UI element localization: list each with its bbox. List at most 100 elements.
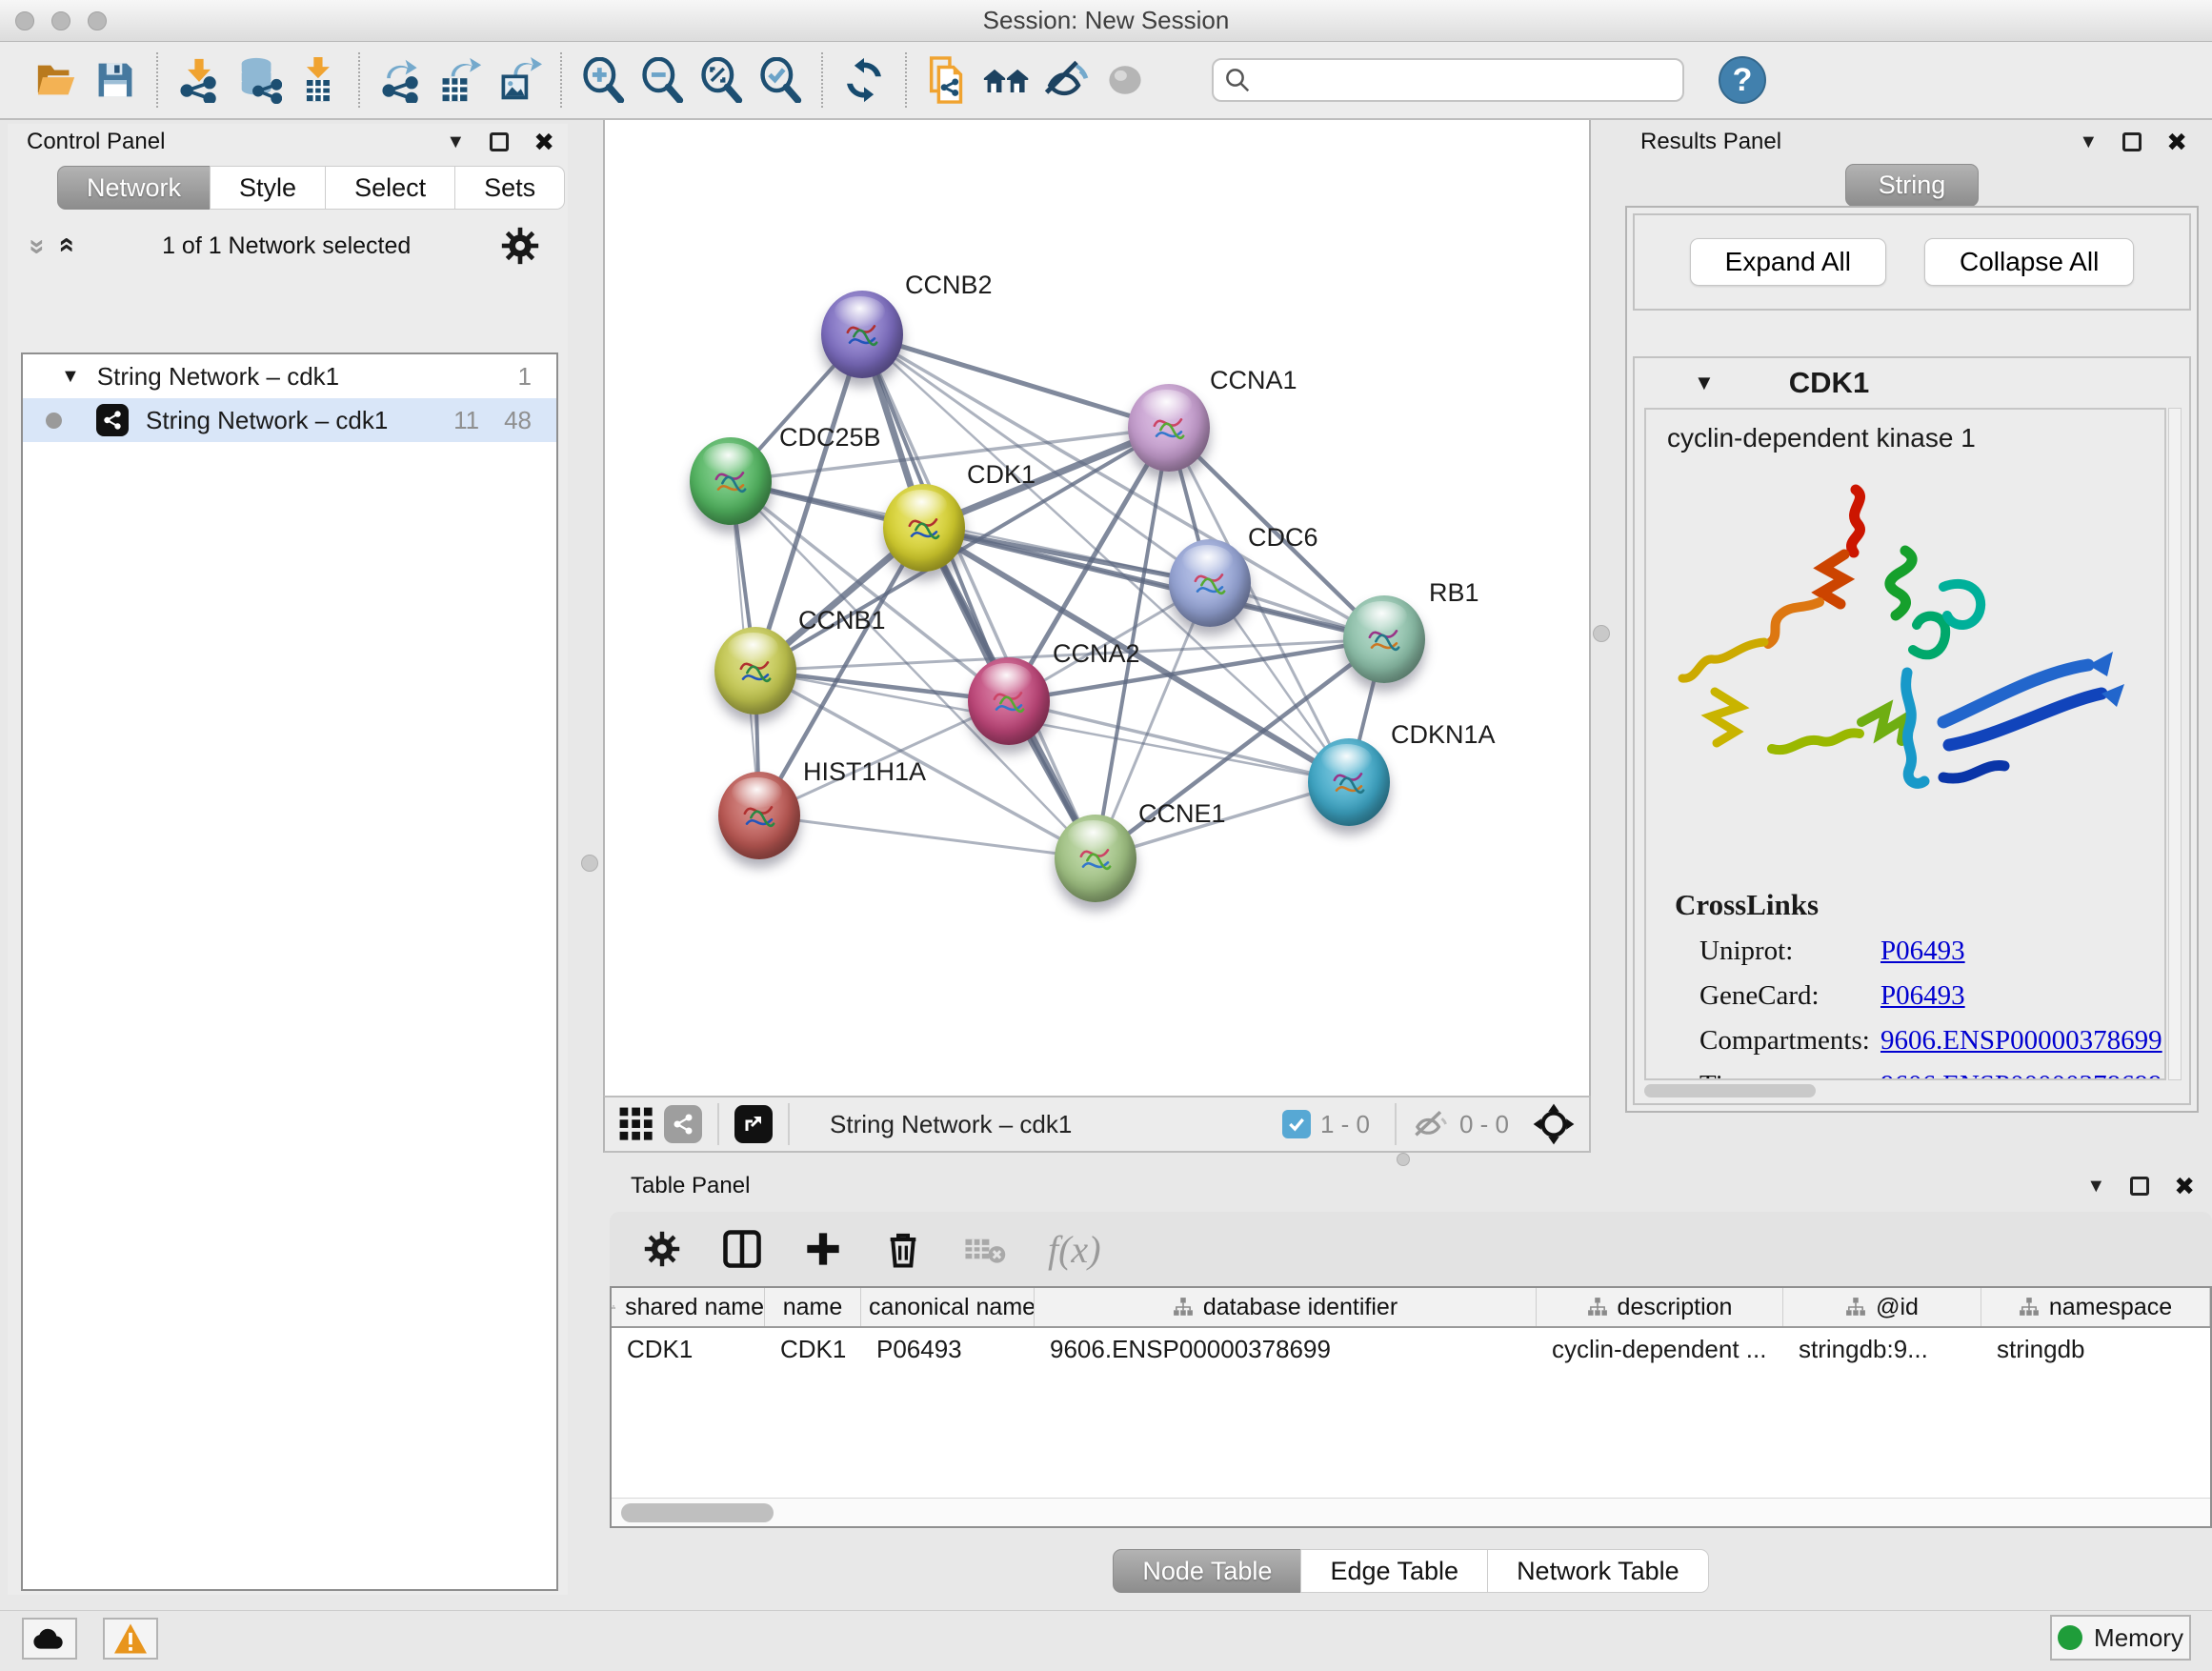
- panel-float-icon[interactable]: [490, 132, 509, 151]
- clone-network-icon[interactable]: [923, 55, 973, 105]
- column-header-description[interactable]: description: [1537, 1288, 1783, 1326]
- export-table-icon[interactable]: [435, 55, 485, 105]
- column-header-name[interactable]: name: [765, 1288, 861, 1326]
- tab-sets[interactable]: Sets: [454, 166, 565, 210]
- node-RB1[interactable]: [1343, 595, 1425, 683]
- network-view-canvas[interactable]: CCNB2 CCNA1 CDC25B CDK1 CDC6 RB1 CCNB1 C…: [603, 120, 1591, 1096]
- tab-string[interactable]: String: [1845, 164, 1980, 207]
- string-view-icon[interactable]: [664, 1105, 702, 1143]
- grid-view-icon[interactable]: [618, 1106, 654, 1142]
- tab-edge-table[interactable]: Edge Table: [1300, 1549, 1488, 1593]
- search-input[interactable]: [1259, 67, 1673, 93]
- column-header-shared-name[interactable]: shared name: [612, 1288, 765, 1326]
- node-CDC25B[interactable]: [690, 437, 772, 525]
- results-vertical-scrollbar[interactable]: [2168, 408, 2182, 1080]
- panel-close-icon[interactable]: ✖: [533, 128, 554, 157]
- panel-close-icon[interactable]: ✖: [2174, 1172, 2195, 1201]
- node-CDK1[interactable]: [883, 484, 965, 572]
- scrollbar-thumb[interactable]: [621, 1503, 774, 1522]
- add-column-icon[interactable]: [804, 1230, 842, 1268]
- node-CDKN1A[interactable]: [1308, 738, 1390, 826]
- node-CCNA2[interactable]: [968, 657, 1050, 745]
- cloud-status-button[interactable]: [22, 1618, 77, 1660]
- node-CCNB1[interactable]: [714, 627, 796, 715]
- panel-float-icon[interactable]: [2130, 1177, 2149, 1196]
- close-window-icon[interactable]: [15, 11, 34, 30]
- delete-column-icon[interactable]: [884, 1230, 922, 1268]
- collapse-all-button[interactable]: Collapse All: [1924, 238, 2134, 286]
- warnings-button[interactable]: [103, 1618, 158, 1660]
- network-collection-row[interactable]: ▼ String Network – cdk1 1: [23, 354, 556, 398]
- crosslink-value[interactable]: 9606.ENSP00000378699: [1880, 1025, 2162, 1057]
- expand-all-button[interactable]: Expand All: [1690, 238, 1886, 286]
- memory-button[interactable]: Memory: [2050, 1615, 2191, 1661]
- open-file-icon[interactable]: [31, 55, 81, 105]
- table-options-gear-icon[interactable]: [644, 1231, 680, 1267]
- edge-CCNB2-CCNA1[interactable]: [862, 334, 1169, 428]
- crosslink-value[interactable]: P06493: [1880, 980, 1965, 1012]
- expand-all-tree-icon[interactable]: »: [23, 239, 51, 253]
- search-box[interactable]: [1212, 58, 1684, 102]
- node-CCNA1[interactable]: [1128, 384, 1210, 472]
- birds-eye-icon[interactable]: [982, 55, 1032, 105]
- tree-expander-icon[interactable]: ▼: [61, 366, 80, 388]
- export-network-icon[interactable]: [376, 55, 426, 105]
- refresh-icon[interactable]: [839, 55, 889, 105]
- network-edges[interactable]: [605, 120, 1591, 1096]
- node-CDC6[interactable]: [1169, 539, 1251, 627]
- show-hide-icon[interactable]: [1041, 55, 1091, 105]
- import-table-icon[interactable]: [292, 55, 342, 105]
- tab-select[interactable]: Select: [325, 166, 455, 210]
- bottom-splitter-handle[interactable]: [1397, 1153, 1410, 1166]
- node-CCNE1[interactable]: [1055, 815, 1136, 902]
- panel-close-icon[interactable]: ✖: [2166, 128, 2187, 157]
- network-options-gear-icon[interactable]: [501, 227, 539, 265]
- tab-node-table[interactable]: Node Table: [1113, 1549, 1301, 1593]
- column-header-canonical-name[interactable]: canonical name: [861, 1288, 1035, 1326]
- table-horizontal-scrollbar[interactable]: [612, 1498, 2210, 1526]
- panel-menu-icon[interactable]: ▼: [2079, 131, 2098, 153]
- column-header-database-identifier[interactable]: database identifier: [1035, 1288, 1537, 1326]
- export-image-icon[interactable]: [494, 55, 544, 105]
- crosslink-value[interactable]: P06493: [1880, 936, 1965, 967]
- panel-float-icon[interactable]: [2122, 132, 2142, 151]
- panel-menu-icon[interactable]: ▼: [2086, 1176, 2105, 1198]
- import-database-icon[interactable]: [233, 55, 283, 105]
- left-splitter-handle[interactable]: [581, 855, 598, 872]
- network-row-selected[interactable]: String Network – cdk1 11 48: [23, 398, 556, 442]
- show-columns-icon[interactable]: [722, 1229, 762, 1269]
- window-titlebar: Session: New Session: [0, 0, 2212, 42]
- section-expander-icon[interactable]: ▼: [1694, 371, 1715, 395]
- node-HIST1H1A[interactable]: [718, 772, 800, 859]
- open-in-window-icon[interactable]: [734, 1105, 773, 1143]
- zoom-in-icon[interactable]: [578, 55, 628, 105]
- column-header-@id[interactable]: @id: [1783, 1288, 1981, 1326]
- traffic-lights[interactable]: [15, 11, 107, 30]
- table-row[interactable]: CDK1CDK1P064939606.ENSP00000378699cyclin…: [612, 1328, 2210, 1370]
- right-splitter-handle[interactable]: [1593, 625, 1610, 642]
- edge-HIST1H1A-CCNE1[interactable]: [759, 815, 1096, 858]
- gene-description: cyclin-dependent kinase 1: [1667, 423, 2164, 453]
- node-table[interactable]: shared namenamecanonical namedatabase id…: [610, 1286, 2212, 1528]
- panel-menu-icon[interactable]: ▼: [446, 131, 465, 153]
- selected-checkbox-icon[interactable]: [1282, 1110, 1311, 1138]
- maximize-window-icon[interactable]: [88, 11, 107, 30]
- edge-CCNA2-CDKN1A[interactable]: [1009, 701, 1349, 782]
- column-header-namespace[interactable]: namespace: [1981, 1288, 2210, 1326]
- zoom-selected-icon[interactable]: [755, 55, 805, 105]
- birds-eye-toggle-icon[interactable]: [1532, 1102, 1576, 1146]
- node-CCNB2[interactable]: [821, 291, 903, 378]
- import-network-icon[interactable]: [174, 55, 224, 105]
- save-session-icon[interactable]: [90, 55, 140, 105]
- tab-network[interactable]: Network: [57, 166, 211, 210]
- zoom-out-icon[interactable]: [637, 55, 687, 105]
- tab-network-table[interactable]: Network Table: [1487, 1549, 1709, 1593]
- hidden-eye-icon[interactable]: [1412, 1108, 1450, 1140]
- help-icon[interactable]: ?: [1719, 56, 1766, 104]
- results-horizontal-scrollbar[interactable]: [1644, 1084, 1816, 1097]
- zoom-fit-icon[interactable]: [696, 55, 746, 105]
- tab-style[interactable]: Style: [210, 166, 326, 210]
- collapse-all-tree-icon[interactable]: »: [50, 239, 79, 253]
- crosslink-value[interactable]: 9606.ENSP00000378699: [1880, 1070, 2162, 1080]
- minimize-window-icon[interactable]: [51, 11, 70, 30]
